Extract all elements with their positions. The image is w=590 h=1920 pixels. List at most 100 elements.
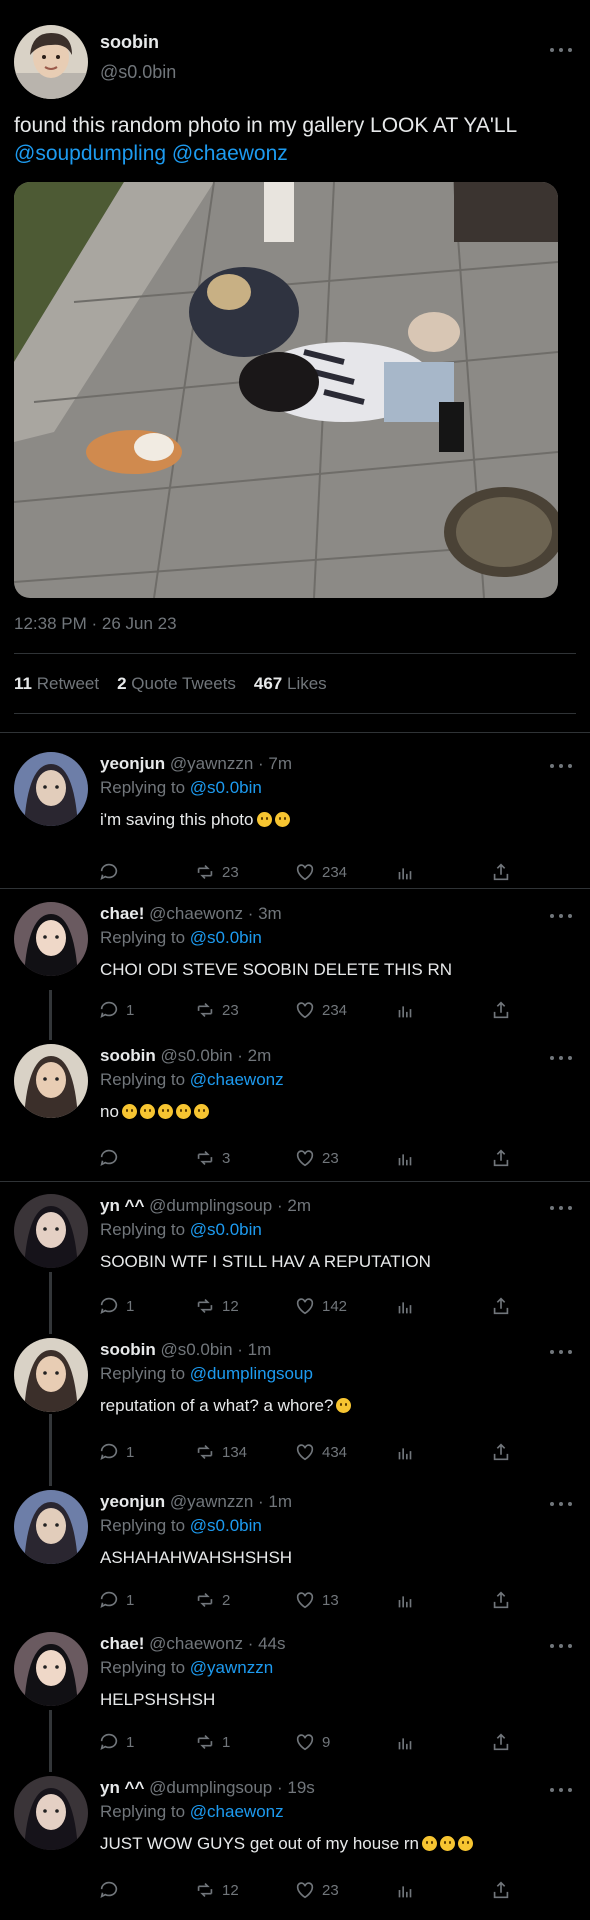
more-icon[interactable] — [550, 1348, 572, 1356]
like-button[interactable]: 142 — [294, 1294, 347, 1318]
author-name[interactable]: soobin — [100, 1340, 156, 1359]
retweet-button[interactable]: 2 — [194, 1588, 230, 1612]
more-icon[interactable] — [550, 762, 572, 770]
author-name[interactable]: soobin — [100, 1046, 156, 1065]
share-button[interactable] — [490, 1878, 512, 1902]
reply-button[interactable] — [98, 1878, 126, 1902]
emoji-icon — [422, 1836, 438, 1851]
likes-stat[interactable]: 467 Likes — [254, 674, 327, 694]
author-handle[interactable]: @s0.0bin — [160, 1340, 232, 1359]
reply-tweet[interactable]: yeonjun @yawnzzn · 7m Replying to @s0.0b… — [0, 752, 590, 882]
share-button[interactable] — [490, 1730, 512, 1754]
author-handle[interactable]: @chaewonz — [149, 904, 243, 923]
author-name[interactable]: yn ^^ — [100, 1778, 144, 1797]
avatar[interactable] — [14, 1338, 88, 1412]
like-button[interactable]: 434 — [294, 1440, 347, 1464]
like-button[interactable]: 234 — [294, 998, 347, 1022]
analytics-button[interactable] — [394, 860, 416, 884]
like-button[interactable]: 9 — [294, 1730, 330, 1754]
replying-to-handle[interactable]: @chaewonz — [190, 1802, 284, 1821]
reply-tweet[interactable]: chae! @chaewonz · 44s Replying to @yawnz… — [0, 1632, 590, 1762]
avatar[interactable] — [14, 902, 88, 976]
avatar[interactable] — [14, 1044, 88, 1118]
replying-to-handle[interactable]: @dumplingsoup — [190, 1364, 313, 1383]
reply-button[interactable] — [98, 1146, 126, 1170]
author-handle[interactable]: @yawnzzn — [170, 754, 253, 773]
author-name[interactable]: yeonjun — [100, 1492, 165, 1511]
like-button[interactable]: 23 — [294, 1878, 339, 1902]
tweet-photo[interactable] — [14, 182, 558, 598]
like-button[interactable]: 13 — [294, 1588, 339, 1612]
replying-prefix: Replying to — [100, 1070, 186, 1089]
author-handle[interactable]: @yawnzzn — [170, 1492, 253, 1511]
retweet-button[interactable]: 134 — [194, 1440, 247, 1464]
share-button[interactable] — [490, 860, 512, 884]
replying-to-handle[interactable]: @s0.0bin — [190, 778, 262, 797]
analytics-button[interactable] — [394, 998, 416, 1022]
author-name[interactable]: yn ^^ — [100, 1196, 144, 1215]
author-name[interactable]: chae! — [100, 904, 144, 923]
author-handle[interactable]: @dumplingsoup — [149, 1778, 272, 1797]
replying-to-handle[interactable]: @s0.0bin — [190, 928, 262, 947]
author-handle[interactable]: @dumplingsoup — [149, 1196, 272, 1215]
reply-button[interactable]: 1 — [98, 1294, 134, 1318]
share-button[interactable] — [490, 1146, 512, 1170]
author-handle[interactable]: @chaewonz — [149, 1634, 243, 1653]
avatar[interactable] — [14, 1490, 88, 1564]
tweet-mentions[interactable]: @soupdumpling @chaewonz — [14, 142, 288, 165]
reply-tweet[interactable]: yeonjun @yawnzzn · 1m Replying to @s0.0b… — [0, 1490, 590, 1620]
retweet-button[interactable]: 1 — [194, 1730, 230, 1754]
avatar[interactable] — [14, 752, 88, 826]
replying-to-handle[interactable]: @s0.0bin — [190, 1516, 262, 1535]
reply-button[interactable]: 1 — [98, 1730, 134, 1754]
more-icon[interactable] — [550, 912, 572, 920]
analytics-button[interactable] — [394, 1730, 416, 1754]
avatar[interactable] — [14, 1194, 88, 1268]
reply-button[interactable]: 1 — [98, 1440, 134, 1464]
analytics-button[interactable] — [394, 1440, 416, 1464]
share-button[interactable] — [490, 1440, 512, 1464]
reply-tweet[interactable]: soobin @s0.0bin · 2m Replying to @chaewo… — [0, 1044, 590, 1174]
avatar[interactable] — [14, 1632, 88, 1706]
reply-tweet[interactable]: yn ^^ @dumplingsoup · 19s Replying to @c… — [0, 1776, 590, 1906]
like-button[interactable]: 234 — [294, 860, 347, 884]
author-name[interactable]: soobin — [100, 32, 159, 53]
more-icon[interactable] — [550, 1500, 572, 1508]
author-name[interactable]: chae! — [100, 1634, 144, 1653]
share-button[interactable] — [490, 998, 512, 1022]
retweet-stat[interactable]: 11 Retweet — [14, 674, 99, 694]
analytics-button[interactable] — [394, 1878, 416, 1902]
more-icon[interactable] — [550, 46, 572, 54]
share-button[interactable] — [490, 1294, 512, 1318]
avatar[interactable] — [14, 25, 88, 99]
more-icon[interactable] — [550, 1786, 572, 1794]
replying-to-handle[interactable]: @yawnzzn — [190, 1658, 273, 1677]
more-icon[interactable] — [550, 1204, 572, 1212]
author-name[interactable]: yeonjun — [100, 754, 165, 773]
analytics-button[interactable] — [394, 1588, 416, 1612]
avatar[interactable] — [14, 1776, 88, 1850]
author-handle[interactable]: @s0.0bin — [100, 62, 176, 83]
retweet-button[interactable]: 12 — [194, 1294, 239, 1318]
retweet-button[interactable]: 23 — [194, 998, 239, 1022]
like-button[interactable]: 23 — [294, 1146, 339, 1170]
analytics-button[interactable] — [394, 1146, 416, 1170]
reply-tweet[interactable]: yn ^^ @dumplingsoup · 2m Replying to @s0… — [0, 1194, 590, 1324]
reply-tweet[interactable]: soobin @s0.0bin · 1m Replying to @dumpli… — [0, 1338, 590, 1468]
reply-count: 1 — [126, 1733, 135, 1751]
reply-tweet[interactable]: chae! @chaewonz · 3m Replying to @s0.0bi… — [0, 902, 590, 1032]
reply-button[interactable]: 1 — [98, 1588, 134, 1612]
analytics-button[interactable] — [394, 1294, 416, 1318]
share-button[interactable] — [490, 1588, 512, 1612]
more-icon[interactable] — [550, 1054, 572, 1062]
replying-to-handle[interactable]: @s0.0bin — [190, 1220, 262, 1239]
reply-button[interactable]: 1 — [98, 998, 134, 1022]
more-icon[interactable] — [550, 1642, 572, 1650]
replying-to-handle[interactable]: @chaewonz — [190, 1070, 284, 1089]
retweet-button[interactable]: 3 — [194, 1146, 230, 1170]
retweet-button[interactable]: 12 — [194, 1878, 239, 1902]
author-handle[interactable]: @s0.0bin — [160, 1046, 232, 1065]
reply-button[interactable] — [98, 860, 126, 884]
quote-stat[interactable]: 2 Quote Tweets — [117, 674, 236, 694]
retweet-button[interactable]: 23 — [194, 860, 239, 884]
